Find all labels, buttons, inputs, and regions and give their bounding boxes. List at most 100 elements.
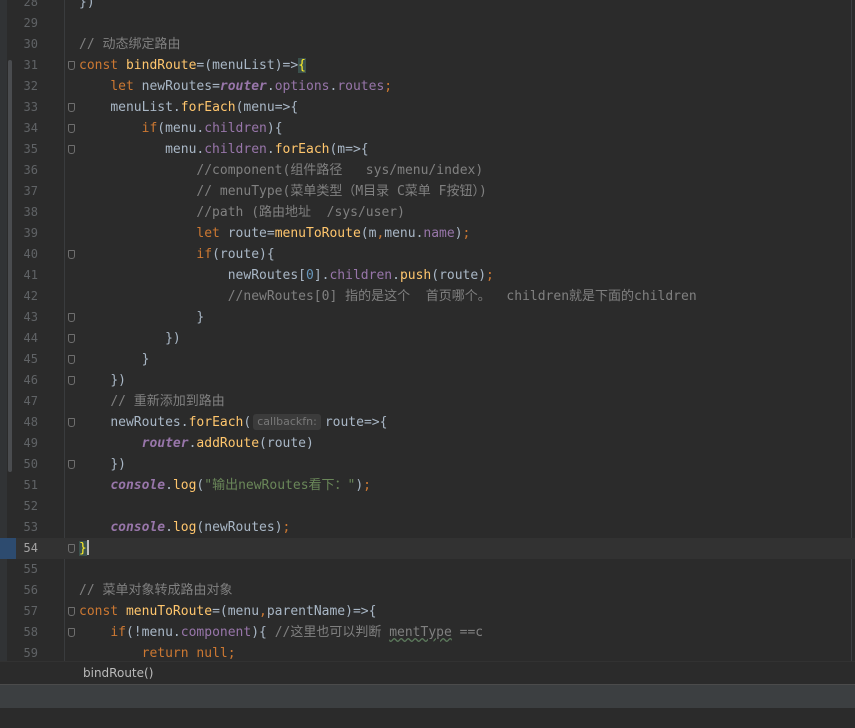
code-token: (menu. [157, 121, 205, 136]
code-text: if(route){ [79, 244, 275, 265]
code-token: (route){ [212, 247, 275, 262]
code-line[interactable]: 30 // 动态绑定路由 [0, 34, 855, 55]
code-line[interactable]: 31 const bindRoute=(menuList)=>{ [0, 55, 855, 76]
code-line[interactable]: 39 let route=menuToRoute(m,menu.name); [0, 223, 855, 244]
code-token: }) [110, 457, 126, 472]
code-line[interactable]: 49 router.addRoute(route) [0, 433, 855, 454]
code-line[interactable]: 55 [0, 559, 855, 580]
code-line[interactable]: 48 newRoutes.forEach(callbackfn: route=>{ [0, 412, 855, 433]
code-token: }) [165, 331, 181, 346]
text-cursor [86, 540, 89, 555]
line-number: 41 [23, 268, 38, 282]
bottom-panel-strip [0, 708, 855, 728]
code-line[interactable]: 42 //newRoutes[0] 指的是这个 首页哪个。 children就是… [0, 286, 855, 307]
code-line[interactable]: 50 }) [0, 454, 855, 475]
code-line[interactable]: 36 //component(组件路径 sys/menu/index) [0, 160, 855, 181]
code-line[interactable]: 47 // 重新添加到路由 [0, 391, 855, 412]
code-token: children [204, 121, 267, 136]
code-line[interactable]: 53 console.log(newRoutes); [0, 517, 855, 538]
code-token: ; [282, 520, 291, 535]
code-line[interactable]: 58 if(!menu.component){ //这里也可以判断 mentTy… [0, 622, 855, 643]
fold-marker-icon[interactable] [68, 460, 75, 469]
code-line[interactable]: 33 menuList.forEach(menu=>{ [0, 97, 855, 118]
code-token: ) [355, 478, 364, 493]
fold-marker-icon[interactable] [68, 418, 75, 427]
fold-marker-icon[interactable] [68, 103, 75, 112]
code-token: component [180, 625, 252, 640]
fold-marker-icon[interactable] [68, 544, 75, 553]
fold-marker-icon[interactable] [68, 250, 75, 259]
code-token: parentName)=>{ [266, 604, 377, 619]
code-line[interactable]: 57 const menuToRoute=(menu,parentName)=>{ [0, 601, 855, 622]
code-token: // menuType(菜单类型（M目录 C菜单 F按钮）) [196, 184, 487, 199]
code-token: ; [384, 79, 393, 94]
code-token: //这里也可以判断 [274, 625, 390, 640]
fold-marker-icon[interactable] [68, 61, 75, 70]
code-line[interactable]: 44 }) [0, 328, 855, 349]
code-token: //path (路由地址 /sys/user) [196, 205, 405, 220]
code-token: . [392, 268, 400, 283]
code-text: //newRoutes[0] 指的是这个 首页哪个。 children就是下面的… [79, 286, 697, 307]
code-token: . [266, 79, 275, 94]
fold-marker-icon[interactable] [68, 607, 75, 616]
line-number: 28 [23, 0, 38, 9]
code-token: (route) [431, 268, 487, 283]
breadcrumb-item[interactable]: bindRoute() [83, 662, 153, 684]
line-number: 45 [23, 352, 38, 366]
fold-marker-icon[interactable] [68, 334, 75, 343]
code-token: ]. [313, 268, 330, 283]
line-number: 51 [23, 478, 38, 492]
code-text: menuList.forEach(menu=>{ [79, 97, 298, 118]
code-line[interactable]: 41 newRoutes[0].children.push(route); [0, 265, 855, 286]
code-line[interactable]: 28}) [0, 0, 855, 13]
code-text: console.log("输出newRoutes看下："); [79, 475, 371, 496]
code-text: newRoutes.forEach(callbackfn: route=>{ [79, 412, 387, 433]
line-number: 54 [23, 541, 38, 555]
code-token: log [172, 478, 197, 493]
code-text: newRoutes[0].children.push(route); [79, 265, 494, 286]
code-token: forEach [274, 142, 330, 157]
code-token: addRoute [196, 436, 260, 451]
code-line[interactable]: 52 [0, 496, 855, 517]
code-text: //component(组件路径 sys/menu/index) [79, 160, 483, 181]
code-text: console.log(newRoutes); [79, 517, 290, 538]
code-line[interactable]: 34 if(menu.children){ [0, 118, 855, 139]
fold-marker-icon[interactable] [68, 313, 75, 322]
code-line[interactable]: 37 // menuType(菜单类型（M目录 C菜单 F按钮）) [0, 181, 855, 202]
code-line[interactable]: 40 if(route){ [0, 244, 855, 265]
fold-marker-icon[interactable] [68, 124, 75, 133]
code-line[interactable]: 46 }) [0, 370, 855, 391]
code-token: mentType [389, 625, 452, 640]
code-line[interactable]: 32 let newRoutes=router.options.routes; [0, 76, 855, 97]
code-token: const [79, 58, 126, 73]
code-line[interactable]: 29 [0, 13, 855, 34]
line-number: 34 [23, 121, 38, 135]
fold-marker-icon[interactable] [68, 145, 75, 154]
line-number: 46 [23, 373, 38, 387]
matched-brace: } [79, 541, 87, 556]
code-line[interactable]: 35 menu.children.forEach(m=>{ [0, 139, 855, 160]
line-number: 50 [23, 457, 38, 471]
code-line[interactable]: 38 //path (路由地址 /sys/user) [0, 202, 855, 223]
code-line[interactable]: 54} [0, 538, 855, 559]
code-text: // menuType(菜单类型（M目录 C菜单 F按钮）) [79, 181, 487, 202]
code-token: (!menu. [125, 625, 181, 640]
fold-marker-icon[interactable] [68, 628, 75, 637]
fold-marker-icon[interactable] [68, 376, 75, 385]
code-line[interactable]: 59 return null; [0, 643, 855, 661]
code-line[interactable]: 51 console.log("输出newRoutes看下："); [0, 475, 855, 496]
code-line[interactable]: 45 } [0, 349, 855, 370]
code-token: (newRoutes) [196, 520, 283, 535]
parameter-hint: callbackfn: [253, 414, 321, 430]
fold-marker-icon[interactable] [68, 355, 75, 364]
code-line[interactable]: 56 // 菜单对象转成路由对象 [0, 580, 855, 601]
code-line[interactable]: 43 } [0, 307, 855, 328]
code-editor[interactable]: 28}) 29 30// 动态绑定路由 31 const bindRoute=(menu… [0, 0, 855, 661]
